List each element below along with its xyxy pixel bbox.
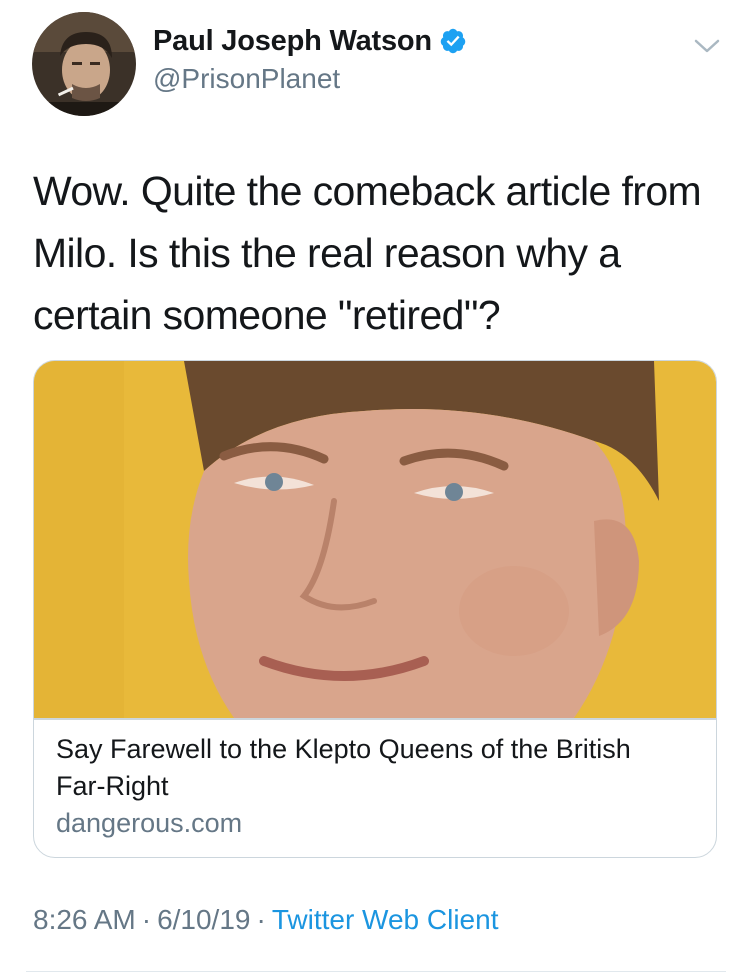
author-info: Paul Joseph Watson @PrisonPlanet <box>153 20 467 95</box>
tweet-metadata: 8:26 AM · 6/10/19 · Twitter Web Client <box>33 904 498 936</box>
tweet-source-link[interactable]: Twitter Web Client <box>272 904 499 935</box>
meta-separator: · <box>141 904 152 935</box>
avatar[interactable] <box>32 12 136 116</box>
card-divider <box>34 718 716 720</box>
tweet-time[interactable]: 8:26 AM <box>33 904 136 935</box>
chevron-down-icon[interactable] <box>692 36 722 56</box>
link-card[interactable]: Say Farewell to the Klepto Queens of the… <box>33 360 717 858</box>
tweet: Paul Joseph Watson @PrisonPlanet Wow. Qu… <box>0 0 746 977</box>
tweet-date[interactable]: 6/10/19 <box>157 904 250 935</box>
meta-separator: · <box>256 904 266 935</box>
display-name-row: Paul Joseph Watson <box>153 20 467 62</box>
divider <box>26 971 726 972</box>
user-handle[interactable]: @PrisonPlanet <box>153 63 467 95</box>
card-domain: dangerous.com <box>56 808 243 838</box>
display-name[interactable]: Paul Joseph Watson <box>153 25 432 58</box>
verified-badge-icon <box>439 27 467 55</box>
tweet-text: Wow. Quite the comeback article from Mil… <box>33 168 702 338</box>
card-image <box>34 361 716 718</box>
card-title[interactable]: Say Farewell to the Klepto Queens of the… <box>56 731 686 805</box>
avatar-image <box>32 12 136 116</box>
